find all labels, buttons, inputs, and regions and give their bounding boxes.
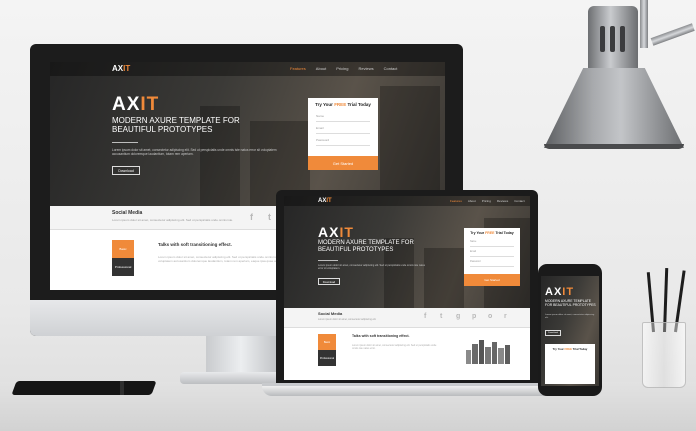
nav-link-reviews[interactable]: Reviews bbox=[497, 199, 508, 203]
feature-heading: Talks with soft transitioning effect. bbox=[352, 334, 410, 338]
trial-form: Try Your FREE Trial Today Name Email Pas… bbox=[308, 98, 378, 170]
nav-link-about[interactable]: About bbox=[468, 199, 476, 203]
nav-link-pricing[interactable]: Pricing bbox=[336, 66, 348, 71]
lamp-vent bbox=[620, 26, 625, 52]
nav-link-about[interactable]: About bbox=[316, 66, 326, 71]
city-skyline-illustration bbox=[466, 340, 510, 364]
social-media-text: Lorem ipsum dolor sit amet, consectetur … bbox=[112, 218, 234, 222]
instagram-icon[interactable]: o bbox=[488, 313, 492, 320]
lamp-arm bbox=[640, 0, 648, 48]
get-started-button[interactable]: Get Started bbox=[464, 274, 520, 286]
trial-form: Try Your FREE Trial Today bbox=[545, 344, 595, 384]
lamp-rim bbox=[544, 144, 684, 149]
mockup-scene: AXIT Features About Pricing Reviews Cont… bbox=[0, 0, 696, 431]
download-button[interactable]: Download bbox=[545, 330, 561, 336]
facebook-icon[interactable]: f bbox=[250, 212, 253, 222]
basic-plan-box[interactable]: Basic bbox=[318, 334, 336, 350]
social-media-title: Social Media bbox=[112, 210, 143, 216]
name-field[interactable]: Name bbox=[470, 240, 514, 247]
hero-title: AXIT bbox=[318, 224, 354, 240]
social-media-title: Social Media bbox=[318, 311, 343, 316]
notebook bbox=[11, 381, 157, 395]
nav-link-features[interactable]: Features bbox=[290, 66, 306, 71]
hero-description: Lorem ipsum dolor sit amet, consectetur … bbox=[545, 314, 595, 319]
glass-pencil-cup bbox=[642, 322, 686, 388]
lamp-vent bbox=[610, 26, 615, 52]
hero-title: AXIT bbox=[545, 286, 575, 298]
phone-screen: AXIT MODERN AXURE TEMPLATE FOR BEAUTIFUL… bbox=[541, 276, 599, 386]
trial-form-title: Try Your FREE Trial Today bbox=[315, 102, 371, 107]
lamp-arm-joint bbox=[650, 23, 695, 46]
nav-links: Features About Pricing Reviews Contact bbox=[450, 199, 525, 203]
building-silhouette bbox=[424, 248, 464, 308]
basic-plan-box[interactable]: Basic bbox=[112, 240, 134, 258]
trial-form: Try Your FREE Trial Today Name Email Pas… bbox=[464, 228, 520, 286]
rss-icon[interactable]: r bbox=[504, 313, 507, 320]
twitter-icon[interactable]: t bbox=[440, 313, 442, 320]
hero-subtitle: MODERN AXURE TEMPLATE FOR BEAUTIFUL PROT… bbox=[545, 299, 596, 307]
feature-heading: Talks with soft transitioning effect. bbox=[158, 242, 232, 247]
download-button[interactable]: Download bbox=[112, 166, 140, 175]
hero-description: Lorem ipsum dolor sit amet, consectetur … bbox=[318, 264, 425, 271]
lamp-vent bbox=[600, 26, 605, 52]
site-logo[interactable]: AXIT bbox=[112, 64, 130, 73]
hero-description: Lorem ipsum dolor sit amet, consectetur … bbox=[112, 148, 277, 157]
building-silhouette bbox=[380, 86, 440, 206]
name-field[interactable]: Name bbox=[316, 114, 370, 122]
social-media-strip: Social Media Lorem ipsum dolor sit amet,… bbox=[284, 308, 530, 328]
hero-title: AXIT bbox=[112, 94, 160, 115]
nav-link-features[interactable]: Features bbox=[450, 199, 462, 203]
site-logo[interactable]: AXIT bbox=[318, 198, 332, 204]
email-field[interactable]: Email bbox=[470, 250, 514, 257]
lamp-shade bbox=[544, 68, 684, 148]
site-nav: AXIT Features About Pricing Reviews Cont… bbox=[50, 62, 445, 76]
nav-link-contact[interactable]: Contact bbox=[514, 199, 524, 203]
email-field[interactable]: Email bbox=[316, 126, 370, 134]
nav-link-pricing[interactable]: Pricing bbox=[482, 199, 491, 203]
facebook-icon[interactable]: f bbox=[424, 313, 426, 320]
nav-links: Features About Pricing Reviews Contact bbox=[290, 66, 397, 71]
lamp-neck bbox=[588, 6, 638, 76]
password-field[interactable]: Password bbox=[470, 260, 514, 267]
trial-form-title: Try Your FREE Trial Today bbox=[470, 231, 514, 235]
professional-plan-box[interactable]: Professional bbox=[318, 350, 336, 366]
get-started-button[interactable]: Get Started bbox=[308, 156, 378, 170]
trial-form-title: Try Your FREE Trial Today bbox=[552, 347, 588, 351]
site-nav: AXIT Features About Pricing Reviews Cont… bbox=[284, 196, 530, 206]
social-media-text: Lorem ipsum dolor sit amet, consectetur … bbox=[318, 318, 377, 321]
nav-link-contact[interactable]: Contact bbox=[384, 66, 398, 71]
password-field[interactable]: Password bbox=[316, 138, 370, 146]
hero-divider bbox=[112, 142, 138, 143]
hero-subtitle: MODERN AXURE TEMPLATE FOR BEAUTIFUL PROT… bbox=[318, 240, 414, 253]
hero-divider bbox=[318, 260, 338, 261]
download-button[interactable]: Download bbox=[318, 278, 340, 285]
monitor-stand-neck bbox=[206, 336, 276, 376]
laptop-base bbox=[262, 386, 552, 396]
hero-subtitle: MODERN AXURE TEMPLATE FOR BEAUTIFUL PROT… bbox=[112, 116, 240, 135]
laptop-screen: AXIT Features About Pricing Reviews Cont… bbox=[284, 196, 530, 380]
feature-description: Lorem ipsum dolor sit amet, consectetur … bbox=[352, 344, 437, 351]
notebook-band bbox=[120, 381, 124, 395]
professional-plan-box[interactable]: Professional bbox=[112, 258, 134, 276]
twitter-icon[interactable]: t bbox=[268, 212, 271, 222]
features-section: Basic Professional Talks with soft trans… bbox=[284, 328, 530, 380]
google-plus-icon[interactable]: g bbox=[456, 313, 460, 320]
nav-link-reviews[interactable]: Reviews bbox=[358, 66, 373, 71]
pinterest-icon[interactable]: p bbox=[472, 313, 476, 320]
